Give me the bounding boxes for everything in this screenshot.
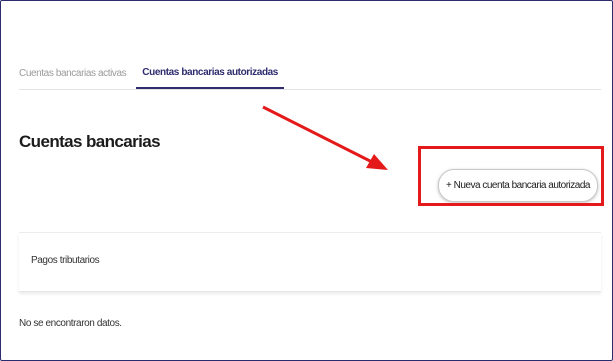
annotation-highlight-box <box>418 146 604 206</box>
empty-state-message: No se encontraron datos. <box>19 318 122 329</box>
tab-cuentas-autorizadas[interactable]: Cuentas bancarias autorizadas <box>136 67 284 89</box>
page-title: Cuentas bancarias <box>19 132 161 151</box>
pagos-tributarios-panel[interactable]: Pagos tributarios <box>19 232 601 292</box>
panel-label: Pagos tributarios <box>31 255 100 266</box>
tab-bar: Cuentas bancarias activas Cuentas bancar… <box>19 51 601 90</box>
tab-cuentas-activas[interactable]: Cuentas bancarias activas <box>19 68 132 89</box>
